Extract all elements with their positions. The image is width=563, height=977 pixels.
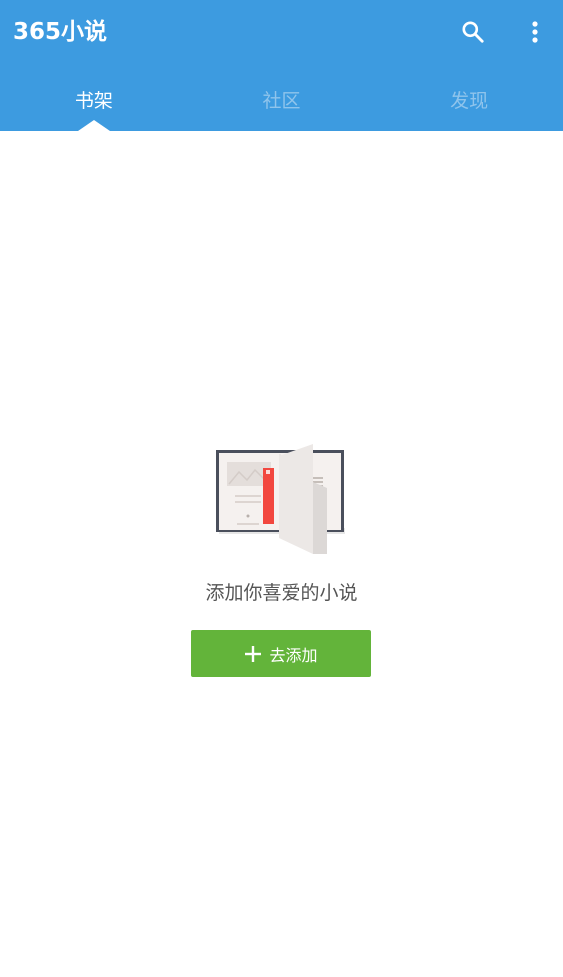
tab-label: 发现 [450, 90, 489, 112]
plus-icon [244, 645, 262, 663]
tab-label: 书架 [74, 90, 113, 112]
search-icon [462, 21, 484, 43]
more-options-button[interactable] [515, 12, 555, 52]
tab-bookshelf[interactable]: 书架 [0, 68, 188, 131]
tab-discover[interactable]: 发现 [375, 68, 563, 131]
more-vert-icon [532, 21, 538, 43]
app-bar: 365小说 书架 社区 发现 [0, 0, 563, 131]
open-book-icon [216, 444, 345, 554]
app-title: 365小说 [13, 19, 108, 45]
active-tab-indicator [77, 120, 110, 131]
empty-bookshelf-illustration [213, 442, 349, 560]
add-novel-button[interactable]: 去添加 [191, 630, 371, 677]
empty-state-message: 添加你喜爱的小说 [205, 582, 358, 604]
tab-label: 社区 [262, 90, 301, 112]
tab-community[interactable]: 社区 [188, 68, 376, 131]
add-novel-button-label: 去添加 [269, 645, 318, 665]
tab-bar: 书架 社区 发现 [0, 68, 563, 131]
search-button[interactable] [453, 12, 493, 52]
